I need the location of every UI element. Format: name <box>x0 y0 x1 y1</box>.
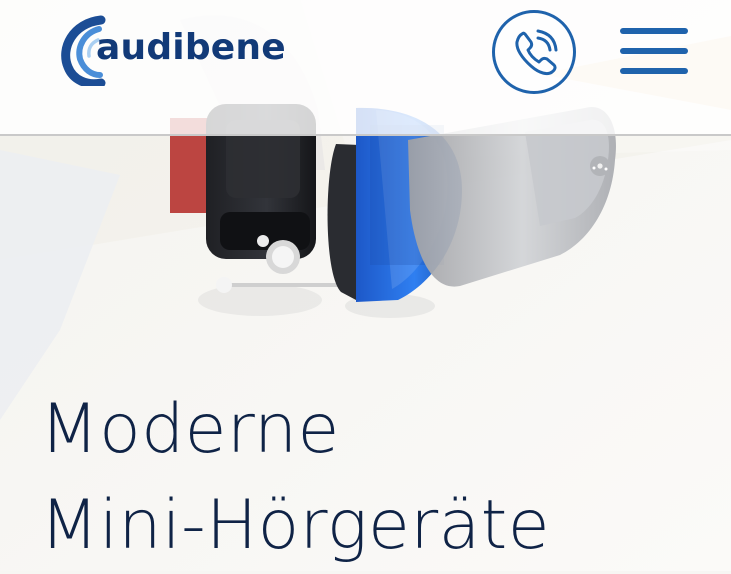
logo-text: audibene <box>96 27 286 68</box>
site-header: audibene <box>0 0 731 136</box>
hero-headline: Moderne Mini-Hörgeräte <box>40 382 550 574</box>
headline-line-2: Mini-Hörgeräte <box>40 486 550 565</box>
audibene-logo[interactable]: audibene <box>56 14 296 86</box>
phone-call-button[interactable] <box>492 10 576 94</box>
menu-line-middle <box>620 48 688 54</box>
hamburger-menu-button[interactable] <box>620 24 688 78</box>
headline-line-1: Moderne <box>40 390 340 469</box>
menu-line-top <box>620 28 688 34</box>
menu-line-bottom <box>620 68 688 74</box>
phone-ring-icon <box>515 29 558 76</box>
